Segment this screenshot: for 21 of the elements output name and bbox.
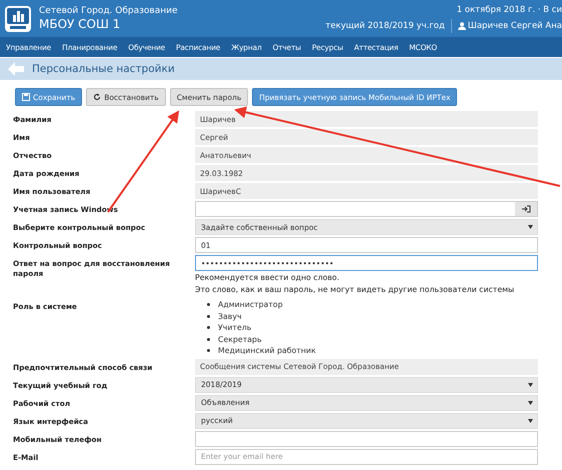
logo-icon [5, 6, 31, 32]
bullet-icon [207, 349, 210, 352]
page-title: Персональные настройки [32, 63, 175, 75]
caret-icon [528, 418, 533, 422]
bullet-icon [207, 338, 210, 341]
school-name: МБОУ СОШ 1 [39, 16, 122, 32]
caret-icon [528, 400, 533, 404]
bullet-icon [207, 303, 210, 306]
caret-icon [528, 225, 533, 229]
bullet-icon [207, 314, 210, 318]
save-icon [22, 93, 30, 101]
school-year-text: текущий 2018/2019 уч.год [326, 20, 445, 30]
input-field[interactable] [195, 430, 538, 446]
reload-icon [93, 93, 102, 101]
bullet-icon [207, 326, 210, 330]
caret-icon [528, 382, 533, 386]
back-arrow-icon[interactable] [8, 62, 24, 76]
user-icon [458, 22, 466, 30]
date-text: 1 октября 2018 г. · В си [456, 4, 562, 14]
user-link[interactable]: Шаричев Сергей Ана [458, 20, 562, 30]
app-name: Сетевой Город. Образование [39, 6, 179, 16]
